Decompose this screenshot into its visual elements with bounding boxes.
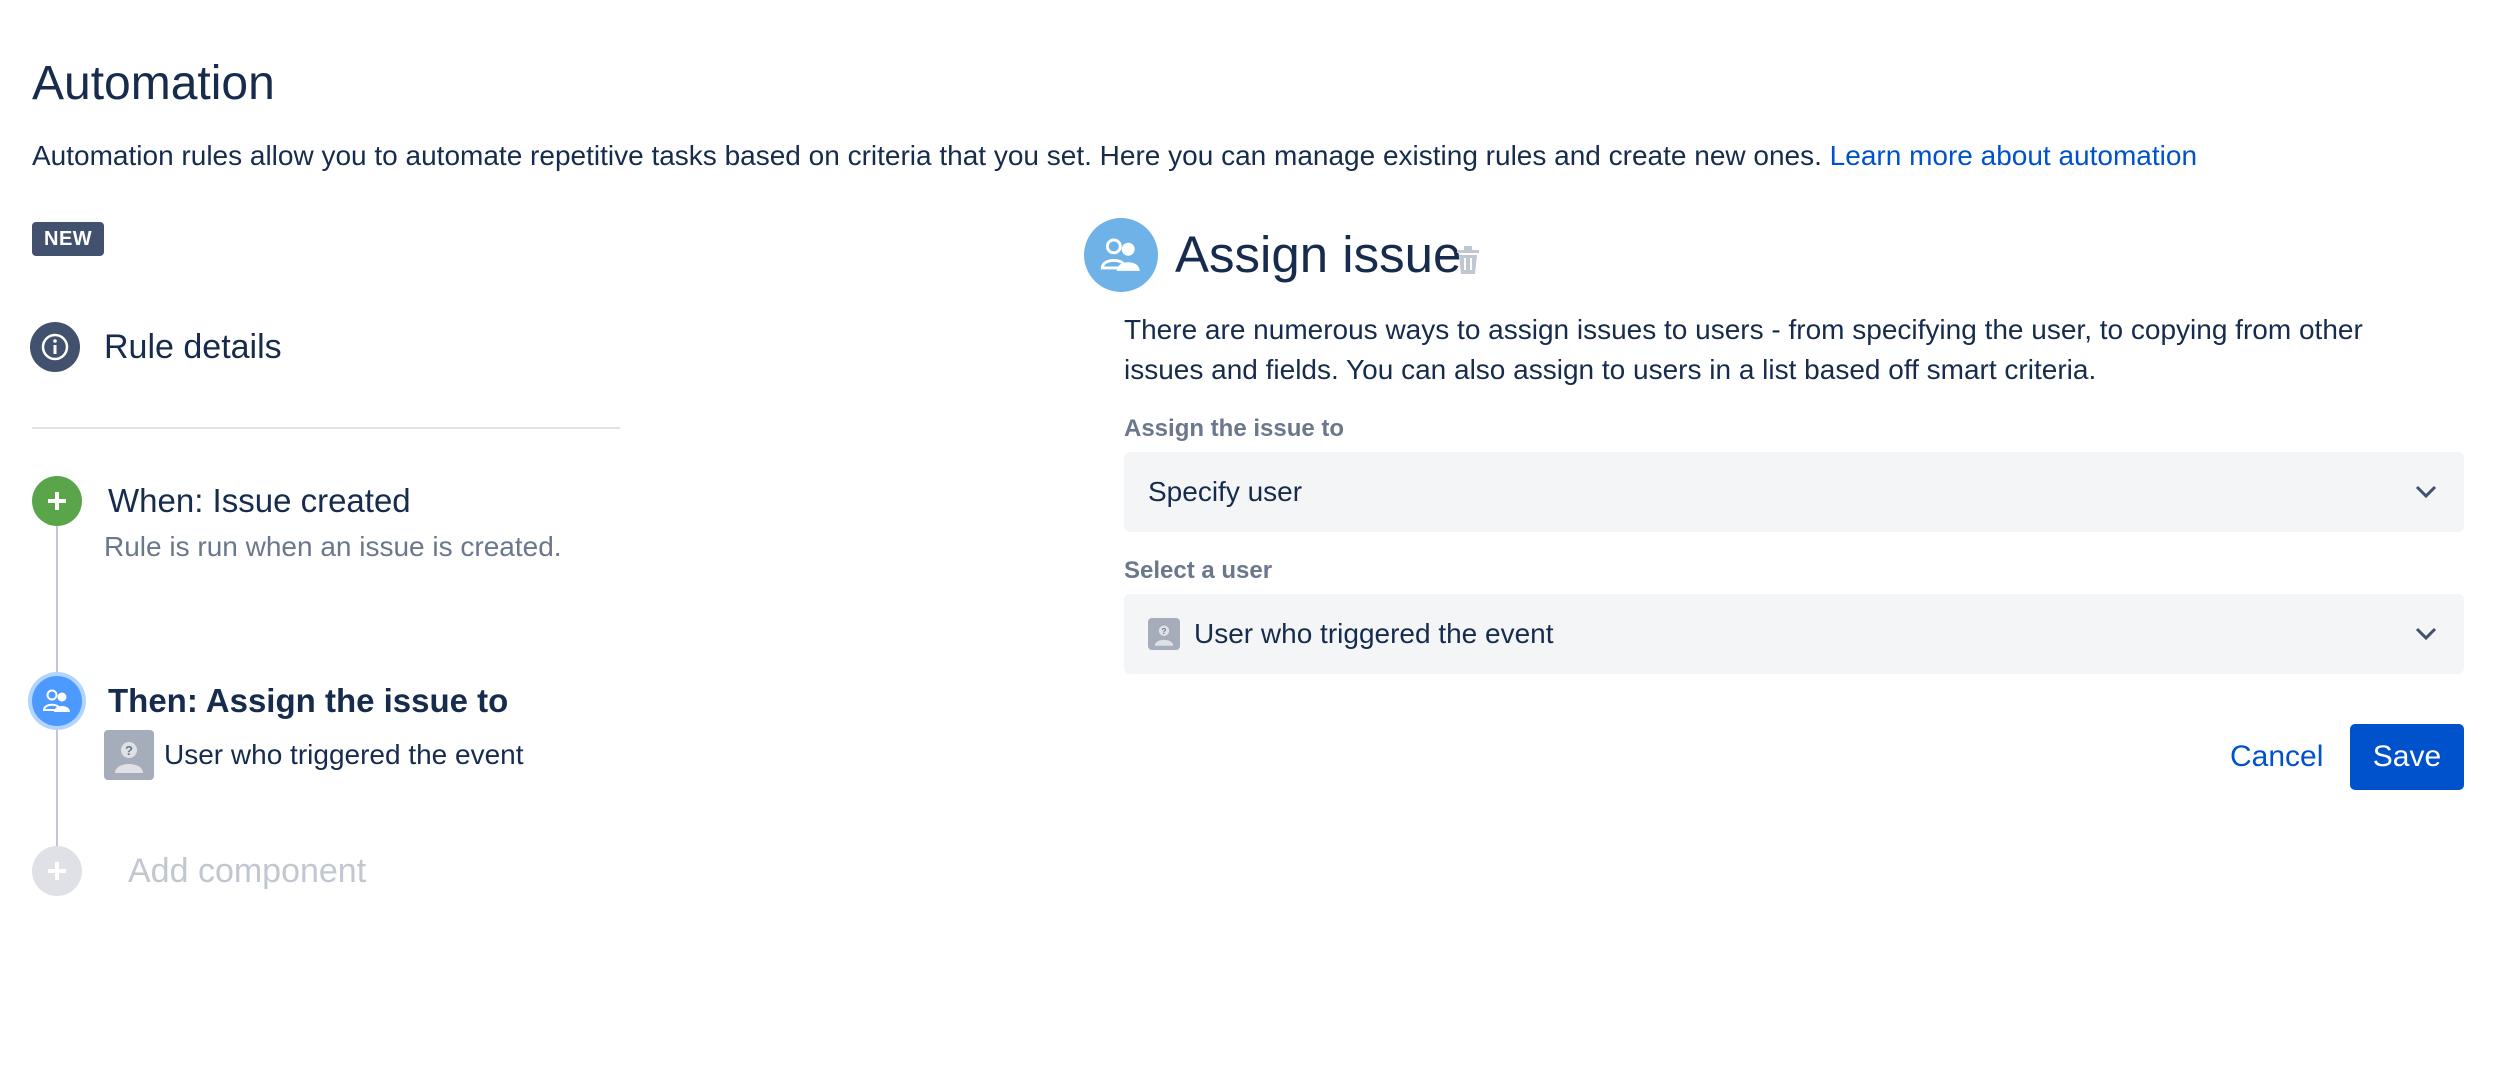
trigger-plus-icon[interactable] (32, 476, 82, 526)
cancel-button[interactable]: Cancel (2216, 724, 2337, 790)
user-select[interactable]: ? User who triggered the event (1124, 594, 2464, 674)
unknown-user-avatar-icon: ? (104, 730, 154, 780)
chevron-down-icon[interactable] (2412, 620, 2440, 648)
panel-title: Assign issue (1175, 226, 1462, 283)
save-button[interactable]: Save (2350, 724, 2464, 790)
rule-details-link[interactable]: Rule details (104, 326, 282, 368)
new-badge: NEW (32, 222, 105, 256)
page-title: Automation (32, 57, 275, 110)
panel-description: There are numerous ways to assign issues… (1124, 314, 2363, 385)
trash-icon[interactable] (1454, 244, 1482, 276)
assign-user-icon[interactable] (32, 676, 82, 726)
trigger-description: Rule is run when an issue is created. (104, 531, 562, 562)
chevron-down-icon[interactable] (2412, 478, 2440, 506)
assign-select[interactable]: Specify user (1124, 452, 2464, 532)
info-icon[interactable] (30, 322, 80, 372)
action-user: User who triggered the event (164, 739, 524, 770)
trigger-title[interactable]: When: Issue created (108, 480, 411, 522)
add-component-plus-icon[interactable] (32, 846, 82, 896)
unknown-user-avatar-icon: ? (1148, 618, 1180, 650)
assign-select-value: Specify user (1148, 476, 1303, 507)
user-select-value: User who triggered the event (1194, 618, 1554, 649)
assign-field-label: Assign the issue to (1124, 415, 1345, 442)
action-title[interactable]: Then: Assign the issue to (108, 680, 508, 722)
learn-more-link[interactable]: Learn more about automation (1830, 140, 2197, 171)
assign-issue-icon (1084, 218, 1158, 292)
svg-text:?: ? (1161, 626, 1166, 636)
divider (32, 427, 620, 429)
svg-text:?: ? (125, 743, 133, 758)
page-description: Automation rules allow you to automate r… (32, 136, 2197, 176)
add-component-link[interactable]: Add component (128, 850, 366, 892)
page-description-text: Automation rules allow you to automate r… (32, 140, 1822, 171)
user-field-label: Select a user (1124, 557, 1273, 584)
